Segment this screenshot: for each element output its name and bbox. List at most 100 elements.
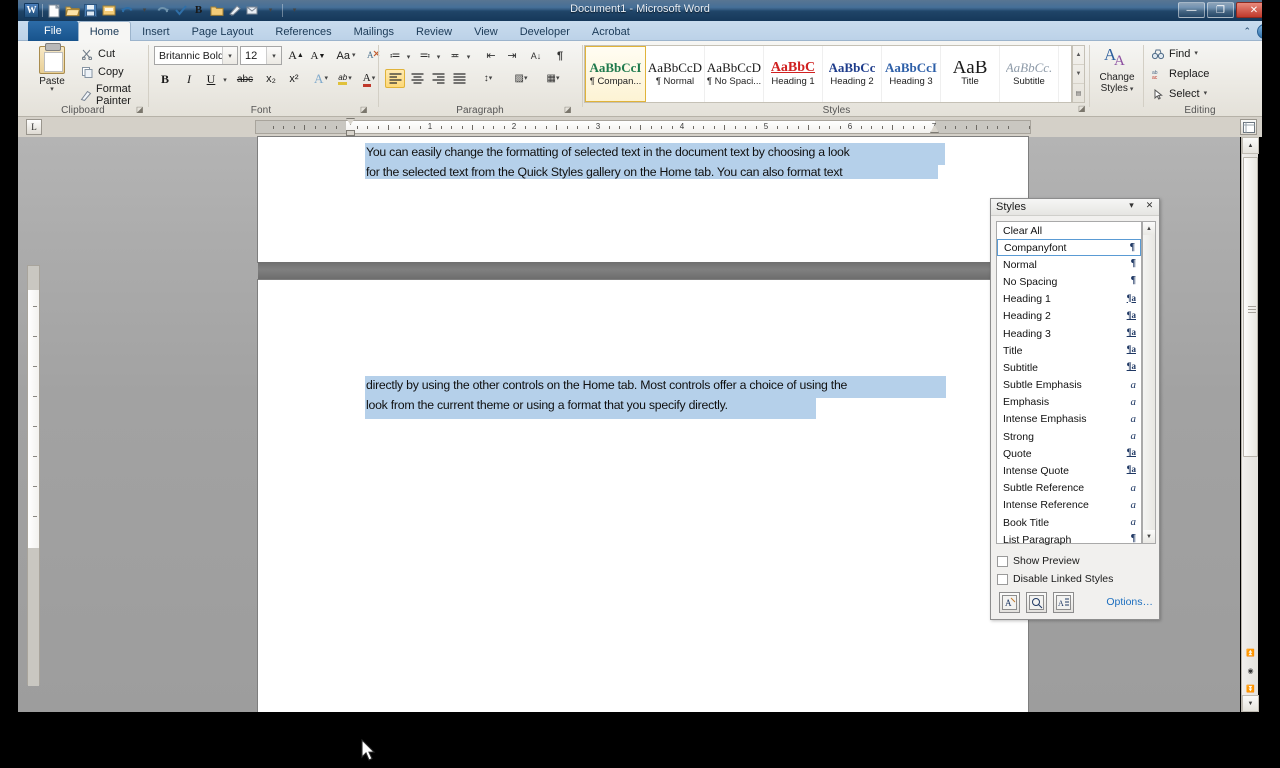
styles-list-item-quote[interactable]: Quote ¶a <box>997 445 1141 462</box>
font-name-input[interactable]: Britannic Bold ▾ <box>154 46 238 65</box>
document-page-2[interactable]: directly by using the other controls on … <box>258 280 1028 712</box>
quick-style-subtitle[interactable]: AaBbCc. Subtitle <box>1000 46 1059 102</box>
open-icon[interactable] <box>64 2 81 19</box>
print-icon[interactable] <box>100 2 117 19</box>
undo-dropdown-icon[interactable]: ▾ <box>136 2 153 19</box>
page-setup-icon[interactable] <box>1240 119 1257 135</box>
numbering-button[interactable]: ≕ <box>415 46 435 65</box>
maximize-button[interactable]: ❐ <box>1207 2 1234 18</box>
cut-button[interactable]: Cut <box>80 47 115 61</box>
align-left-button[interactable] <box>385 69 405 88</box>
styles-options-link[interactable]: Options… <box>1106 596 1153 608</box>
ribbon-tab-page-layout[interactable]: Page Layout <box>181 22 265 41</box>
new-document-icon[interactable] <box>46 2 63 19</box>
styles-list-item-intense-reference[interactable]: Intense Reference a <box>997 497 1141 514</box>
previous-page-button[interactable]: ⏫ <box>1243 645 1258 660</box>
ribbon-tabs[interactable]: File Home Insert Page Layout References Maili… <box>28 21 641 41</box>
browse-object-button[interactable]: ◉ <box>1243 663 1258 678</box>
paragraph-dialog-launcher[interactable]: ◪ <box>564 105 574 115</box>
styles-list-item-strong[interactable]: Strong a <box>997 428 1141 445</box>
select-dropdown-icon[interactable]: ▾ <box>1204 90 1208 97</box>
quick-style-heading-3[interactable]: AaBbCcI Heading 3 <box>882 46 941 102</box>
text-effects-button[interactable]: A ▾ <box>308 69 334 89</box>
quick-style-heading-1[interactable]: AaBbC Heading 1 <box>764 46 823 102</box>
font-size-input[interactable]: 12 ▾ <box>240 46 282 65</box>
styles-list-item-no-spacing[interactable]: No Spacing ¶ <box>997 273 1141 290</box>
save-icon[interactable] <box>82 2 99 19</box>
styles-list-item-companyfont[interactable]: Companyfont ¶ <box>997 239 1141 257</box>
format-painter-icon[interactable] <box>226 2 243 19</box>
quick-styles-gallery[interactable]: AaBbCcI ¶ Compan... AaBbCcD ¶ Normal AaBbCcD… <box>584 45 1072 103</box>
styles-list-item-subtle-reference[interactable]: Subtle Reference a <box>997 480 1141 497</box>
increase-indent-button[interactable]: ⇥ <box>502 46 522 65</box>
vertical-scrollbar[interactable]: ▲ ⏫ ◉ ⏬ ▼ <box>1241 137 1259 712</box>
disable-linked-styles-checkbox[interactable]: Disable Linked Styles <box>997 573 1113 585</box>
replace-button[interactable]: ab ac Replace <box>1151 67 1209 81</box>
customize-qat-icon[interactable]: ▾ <box>286 2 303 19</box>
show-formatting-marks-button[interactable]: ¶ <box>550 46 570 65</box>
checkbox-box[interactable] <box>997 573 1008 585</box>
paste-button[interactable]: Paste ▾ <box>30 43 74 102</box>
quick-style-heading-2[interactable]: AaBbCc Heading 2 <box>823 46 882 102</box>
scroll-down-arrow-icon[interactable]: ▼ <box>1242 695 1259 712</box>
copy-button[interactable]: Copy <box>80 65 124 79</box>
bullets-button[interactable]: ≔ <box>385 46 405 65</box>
styles-list[interactable]: Clear All Companyfont ¶ Normal ¶ No Spacing ¶ H… <box>996 221 1142 546</box>
font-dialog-launcher[interactable]: ◪ <box>360 105 370 115</box>
align-right-button[interactable] <box>428 69 448 88</box>
word-logo-icon[interactable]: W <box>24 3 39 18</box>
quick-styles-scrollbar[interactable]: ▲ ▼ ▤ <box>1072 45 1085 103</box>
shading-button[interactable]: ▨ ▾ <box>508 69 534 88</box>
manage-styles-button[interactable]: A <box>1053 592 1074 613</box>
select-button[interactable]: Select ▾ <box>1151 87 1207 101</box>
styles-list-item-normal[interactable]: Normal ¶ <box>997 256 1141 273</box>
styles-scroll-up-icon[interactable]: ▲ <box>1143 222 1155 235</box>
styles-list-item-title[interactable]: Title ¶a <box>997 342 1141 359</box>
styles-list-item-clear-all[interactable]: Clear All <box>997 222 1141 239</box>
styles-list-item-heading-1[interactable]: Heading 1 ¶a <box>997 291 1141 308</box>
format-painter-button[interactable]: Format Painter <box>80 83 148 107</box>
styles-list-item-emphasis[interactable]: Emphasis a <box>997 394 1141 411</box>
underline-dropdown-icon[interactable]: ▾ <box>220 71 230 91</box>
justify-button[interactable] <box>449 69 469 88</box>
styles-dialog-launcher[interactable]: ◪ <box>1078 104 1088 114</box>
ribbon-tab-mailings[interactable]: Mailings <box>343 22 405 41</box>
styles-scroll-down-icon[interactable]: ▼ <box>1143 530 1155 543</box>
styles-pane-header[interactable]: Styles ▾ ✕ <box>991 199 1159 216</box>
show-preview-checkbox[interactable]: Show Preview <box>997 555 1080 567</box>
underline-button[interactable]: U <box>200 69 222 89</box>
qat-more-icon[interactable]: ▾ <box>262 2 279 19</box>
styles-list-item-intense-emphasis[interactable]: Intense Emphasis a <box>997 411 1141 428</box>
grow-font-button[interactable]: A ▲ <box>285 45 307 65</box>
vertical-ruler[interactable] <box>27 265 40 686</box>
shrink-font-button[interactable]: A ▼ <box>307 46 329 66</box>
text-highlight-button[interactable]: ab ▾ <box>332 69 358 89</box>
ribbon-tab-review[interactable]: Review <box>405 22 463 41</box>
ribbon-tab-acrobat[interactable]: Acrobat <box>581 22 641 41</box>
quick-access-toolbar[interactable]: W ▾ B ▾ ▾ <box>24 1 303 20</box>
styles-pane-header-buttons[interactable]: ▾ ✕ <box>1126 200 1155 211</box>
change-case-button[interactable]: Aa ▾ <box>332 46 360 66</box>
ribbon-tab-insert[interactable]: Insert <box>131 22 181 41</box>
window-controls[interactable]: — ❐ ✕ <box>1178 2 1272 18</box>
styles-task-pane[interactable]: Styles ▾ ✕ Clear All Companyfont ¶ Normal ¶ N… <box>990 198 1160 620</box>
change-styles-button[interactable]: A A Change Styles ▾ <box>1095 45 1139 94</box>
scroll-up-arrow-icon[interactable]: ▲ <box>1242 137 1259 154</box>
pane-options-dropdown-icon[interactable]: ▾ <box>1126 200 1137 211</box>
styles-list-scrollbar[interactable]: ▲ ▼ <box>1142 221 1156 544</box>
font-name-dropdown-icon[interactable]: ▾ <box>222 47 237 64</box>
styles-list-item-subtitle[interactable]: Subtitle ¶a <box>997 359 1141 376</box>
tab-stop-selector-button[interactable]: L <box>26 119 42 135</box>
undo-icon[interactable] <box>118 2 135 19</box>
styles-list-item-book-title[interactable]: Book Title a <box>997 514 1141 531</box>
horizontal-ruler[interactable]: 1234567 <box>255 120 1031 134</box>
ribbon-tab-home[interactable]: Home <box>77 21 132 41</box>
paste-dropdown-icon[interactable]: ▾ <box>50 86 54 93</box>
next-page-button[interactable]: ⏬ <box>1243 681 1258 696</box>
multilevel-dropdown-icon[interactable]: ▾ <box>464 48 473 67</box>
superscript-button[interactable]: x² <box>283 69 305 89</box>
scrollbar-thumb[interactable] <box>1243 157 1258 457</box>
subscript-button[interactable]: x₂ <box>260 69 282 89</box>
pane-close-icon[interactable]: ✕ <box>1144 200 1155 211</box>
folder-icon[interactable] <box>208 2 225 19</box>
